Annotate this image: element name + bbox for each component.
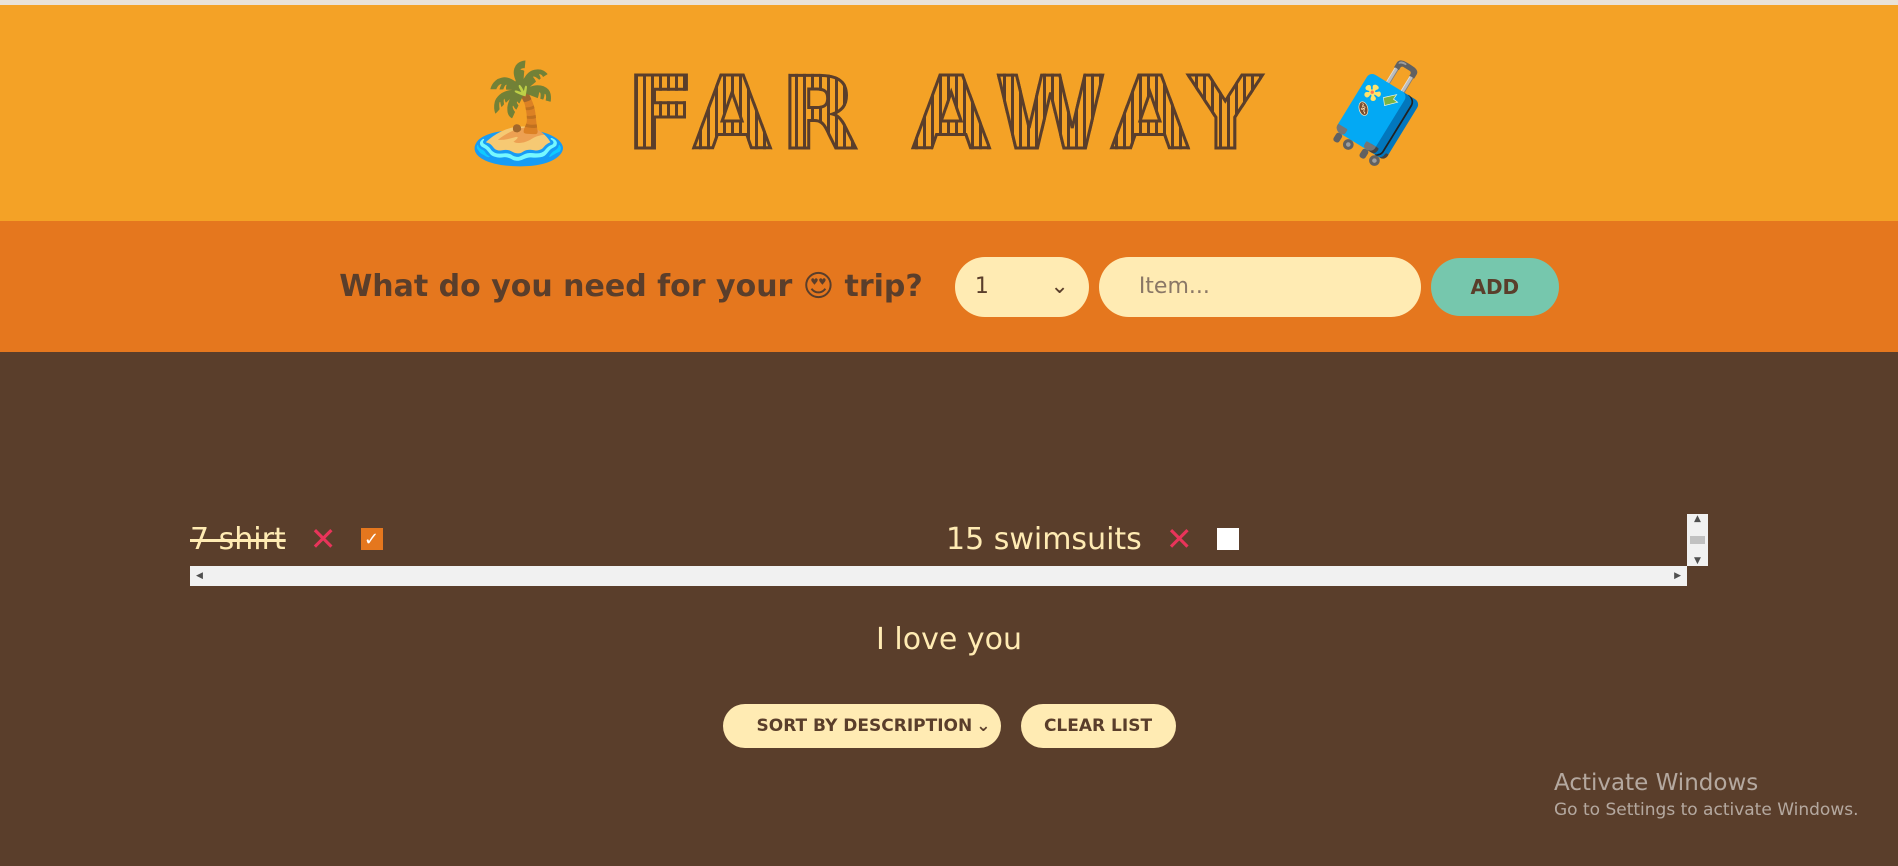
packed-checkbox[interactable]: [1216, 528, 1239, 550]
packing-list: 7 shirt ✕ ✓ 15 swimsuits ✕ ▲ ▼ ◀ ▶: [190, 514, 1708, 586]
quantity-select[interactable]: 1 ⌄: [954, 256, 1089, 317]
app-header: 🏝️ FAR AWAY 🧳: [0, 5, 1898, 221]
sort-value: SORT BY DESCRIPTION: [756, 716, 973, 736]
form-question: What do you need for your 😍 trip?: [339, 269, 923, 304]
horizontal-scrollbar[interactable]: ◀ ▶: [190, 566, 1687, 586]
quantity-value: 1: [974, 274, 989, 299]
watermark-subtitle: Go to Settings to activate Windows.: [1554, 800, 1859, 820]
item-text: 15 swimsuits: [946, 521, 1142, 557]
suitcase-icon: 🧳: [1319, 57, 1440, 169]
scroll-thumb[interactable]: [1690, 536, 1705, 544]
packed-checkbox[interactable]: ✓: [360, 528, 383, 550]
palm-tree-icon: 🏝️: [458, 57, 579, 169]
list-item: 15 swimsuits ✕: [946, 514, 1239, 564]
add-item-form: What do you need for your 😍 trip? 1 ⌄ It…: [0, 221, 1898, 352]
delete-icon[interactable]: ✕: [310, 520, 337, 558]
app-title: FAR AWAY: [625, 53, 1272, 173]
list-item: 7 shirt ✕ ✓: [190, 514, 383, 564]
scroll-down-icon[interactable]: ▼: [1694, 556, 1701, 566]
windows-activation-watermark: Activate Windows Go to Settings to activ…: [1554, 770, 1859, 820]
list-actions: SORT BY DESCRIPTION ⌄ CLEAR LIST: [0, 704, 1898, 748]
clear-list-button[interactable]: CLEAR LIST: [1020, 704, 1176, 748]
scroll-right-icon[interactable]: ▶: [1674, 571, 1681, 581]
stats-message: I love you: [876, 622, 1022, 657]
item-text: 7 shirt: [190, 521, 286, 557]
chevron-down-icon: ⌄: [976, 716, 991, 736]
item-placeholder: Item...: [1138, 274, 1210, 299]
scroll-left-icon[interactable]: ◀: [196, 571, 203, 581]
scroll-up-icon[interactable]: ▲: [1694, 514, 1701, 524]
item-input[interactable]: Item...: [1098, 256, 1421, 317]
sort-select[interactable]: SORT BY DESCRIPTION ⌄: [722, 704, 1001, 748]
packing-list-items: 7 shirt ✕ ✓ 15 swimsuits ✕: [190, 514, 1687, 566]
chevron-down-icon: ⌄: [1050, 274, 1069, 299]
vertical-scrollbar[interactable]: ▲ ▼: [1687, 514, 1708, 566]
watermark-title: Activate Windows: [1554, 770, 1759, 796]
add-button[interactable]: ADD: [1430, 257, 1559, 316]
delete-icon[interactable]: ✕: [1166, 520, 1193, 558]
